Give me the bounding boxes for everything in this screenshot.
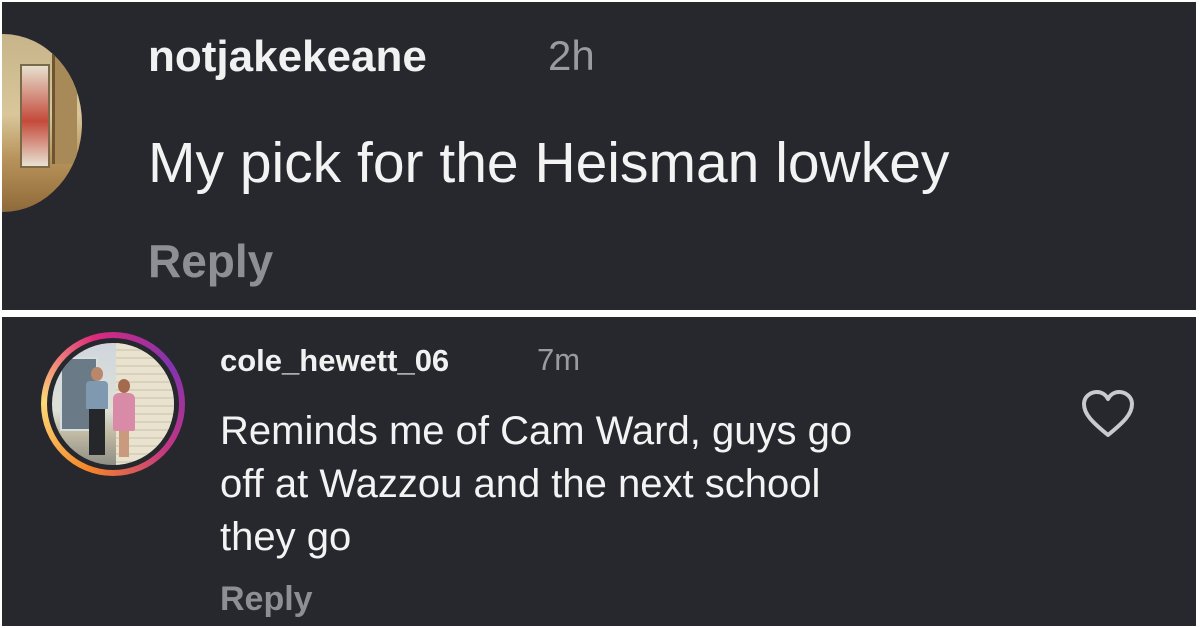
avatar-photo-poster [20, 64, 50, 168]
avatar-photo-doorframe [52, 54, 77, 164]
avatar[interactable] [2, 34, 82, 212]
avatar-ring-gap [47, 338, 179, 470]
comment-username[interactable]: notjakekeane [148, 32, 427, 82]
comment-timestamp: 7m [537, 342, 581, 377]
comment-username[interactable]: cole_hewett_06 [220, 343, 449, 379]
avatar[interactable] [41, 332, 185, 476]
avatar-photo-person [86, 367, 108, 459]
comment-panel-top: notjakekeane 2h My pick for the Heisman … [2, 2, 1196, 310]
reply-button[interactable]: Reply [220, 580, 313, 619]
comment-text-line: they go [220, 515, 352, 559]
comment-panel-bottom: cole_hewett_06 7m Reminds me of Cam Ward… [2, 317, 1196, 626]
comment-timestamp: 2h [548, 32, 595, 79]
heart-outline-icon[interactable] [1080, 389, 1136, 439]
comment-text-line: Reminds me of Cam Ward, guys go [220, 409, 853, 453]
reply-button[interactable]: Reply [148, 234, 273, 288]
comment-text-line: off at Wazzou and the next school [220, 462, 821, 506]
avatar-photo-person [112, 379, 136, 459]
comment-text: Reminds me of Cam Ward, guys go off at W… [220, 405, 1020, 564]
comment-text: My pick for the Heisman lowkey [148, 131, 950, 195]
avatar-photo [52, 343, 174, 465]
